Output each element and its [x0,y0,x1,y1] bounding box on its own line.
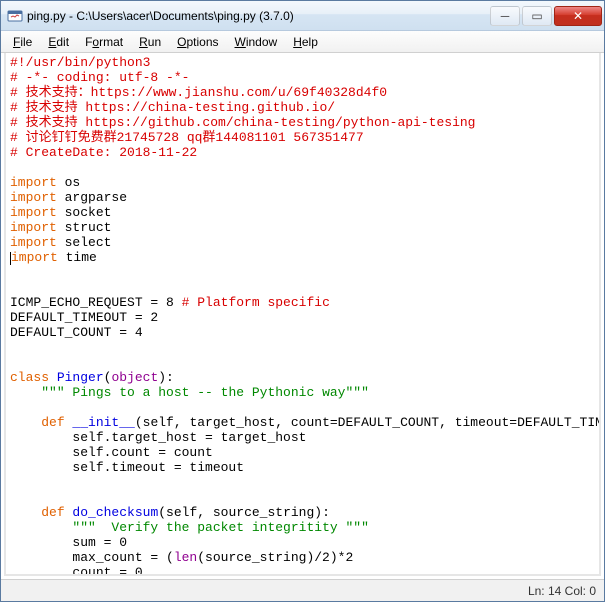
close-button[interactable]: ✕ [554,6,602,26]
editor-wrap: #!/usr/bin/python3 # -*- coding: utf-8 -… [4,53,601,576]
statusbar: Ln: 14 Col: 0 [1,579,604,601]
menu-options[interactable]: Options [169,33,226,51]
code-editor[interactable]: #!/usr/bin/python3 # -*- coding: utf-8 -… [6,53,599,574]
menubar: File Edit Format Run Options Window Help [1,31,604,53]
cursor-position: Ln: 14 Col: 0 [528,584,596,598]
window-buttons: ─ ▭ ✕ [490,6,602,26]
titlebar[interactable]: ping.py - C:\Users\acer\Documents\ping.p… [1,1,604,31]
menu-window[interactable]: Window [227,33,286,51]
app-icon [7,8,23,24]
minimize-button[interactable]: ─ [490,6,520,26]
menu-file[interactable]: File [5,33,40,51]
maximize-button[interactable]: ▭ [522,6,552,26]
menu-edit[interactable]: Edit [40,33,77,51]
menu-format[interactable]: Format [77,33,131,51]
menu-run[interactable]: Run [131,33,169,51]
window-title: ping.py - C:\Users\acer\Documents\ping.p… [27,9,490,23]
menu-help[interactable]: Help [285,33,326,51]
